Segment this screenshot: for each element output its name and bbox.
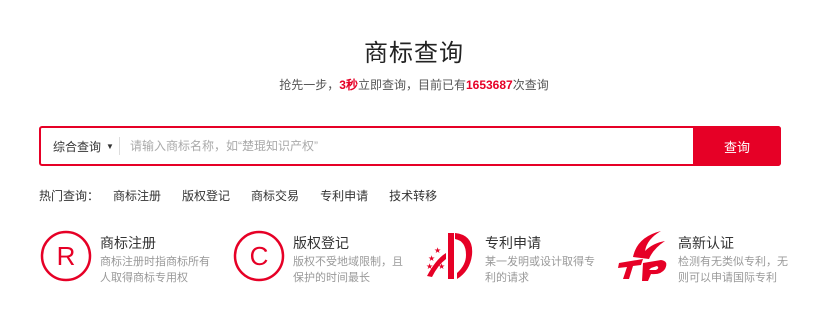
hot-link-copyright-registration[interactable]: 版权登记 bbox=[182, 187, 230, 204]
service-card-copyright[interactable]: C 版权登记 版权不受地域限制，且保护的时间最长 bbox=[232, 229, 422, 289]
stats-prefix: 抢先一步， bbox=[279, 78, 340, 92]
hot-queries: 热门查询： 商标注册 版权登记 商标交易 专利申请 技术转移 bbox=[39, 187, 458, 204]
service-title: 专利申请 bbox=[485, 235, 541, 251]
caret-down-icon: ▼ bbox=[106, 141, 114, 151]
svg-text:★: ★ bbox=[426, 262, 433, 271]
service-desc: 版权不受地域限制，且保护的时间最长 bbox=[293, 256, 403, 284]
service-card-hightech[interactable]: 高新认证 检测有无类似专利，无则可以申请国际专利 bbox=[617, 229, 807, 289]
hot-link-patent-application[interactable]: 专利申请 bbox=[320, 187, 368, 204]
service-desc: 商标注册时指商标所有人取得商标专用权 bbox=[100, 256, 210, 284]
svg-text:R: R bbox=[57, 241, 76, 271]
search-input[interactable] bbox=[120, 128, 693, 164]
hot-link-trademark-trading[interactable]: 商标交易 bbox=[251, 187, 299, 204]
service-desc: 检测有无类似专利，无则可以申请国际专利 bbox=[678, 256, 788, 284]
search-bar: 综合查询 ▼ 查询 bbox=[39, 126, 781, 166]
hot-link-trademark-registration[interactable]: 商标注册 bbox=[113, 187, 161, 204]
copyright-icon: C bbox=[232, 229, 286, 283]
service-card-patent[interactable]: ★ ★ ★ ★ 专利申请 某一发明或设计取得专利的请求 bbox=[424, 229, 614, 289]
service-title: 商标注册 bbox=[100, 235, 156, 251]
patent-icon: ★ ★ ★ ★ bbox=[424, 229, 478, 283]
registered-icon: R bbox=[39, 229, 93, 283]
hightech-icon bbox=[617, 229, 671, 283]
query-stats: 抢先一步，3秒立即查询，目前已有1653687次查询 bbox=[0, 76, 828, 93]
svg-text:★: ★ bbox=[434, 246, 441, 255]
stats-seconds: 3秒 bbox=[339, 78, 358, 92]
stats-suffix: 次查询 bbox=[512, 78, 549, 92]
service-desc: 某一发明或设计取得专利的请求 bbox=[485, 256, 595, 284]
search-type-dropdown[interactable]: 综合查询 ▼ bbox=[41, 128, 119, 164]
service-title: 高新认证 bbox=[678, 235, 734, 251]
search-button[interactable]: 查询 bbox=[693, 126, 781, 166]
service-title: 版权登记 bbox=[293, 235, 349, 251]
svg-text:★: ★ bbox=[438, 262, 445, 271]
search-type-label: 综合查询 bbox=[53, 139, 102, 154]
svg-text:C: C bbox=[250, 241, 269, 271]
page-title: 商标查询 bbox=[364, 40, 464, 67]
hot-link-technology-transfer[interactable]: 技术转移 bbox=[389, 187, 437, 204]
hot-queries-label: 热门查询： bbox=[39, 189, 100, 203]
service-cards: R 商标注册 商标注册时指商标所有人取得商标专用权 C 版权登记 版权不受地域限… bbox=[39, 229, 789, 289]
stats-middle: 立即查询，目前已有 bbox=[357, 78, 466, 92]
stats-count: 1653687 bbox=[465, 78, 513, 92]
service-card-trademark[interactable]: R 商标注册 商标注册时指商标所有人取得商标专用权 bbox=[39, 229, 229, 289]
